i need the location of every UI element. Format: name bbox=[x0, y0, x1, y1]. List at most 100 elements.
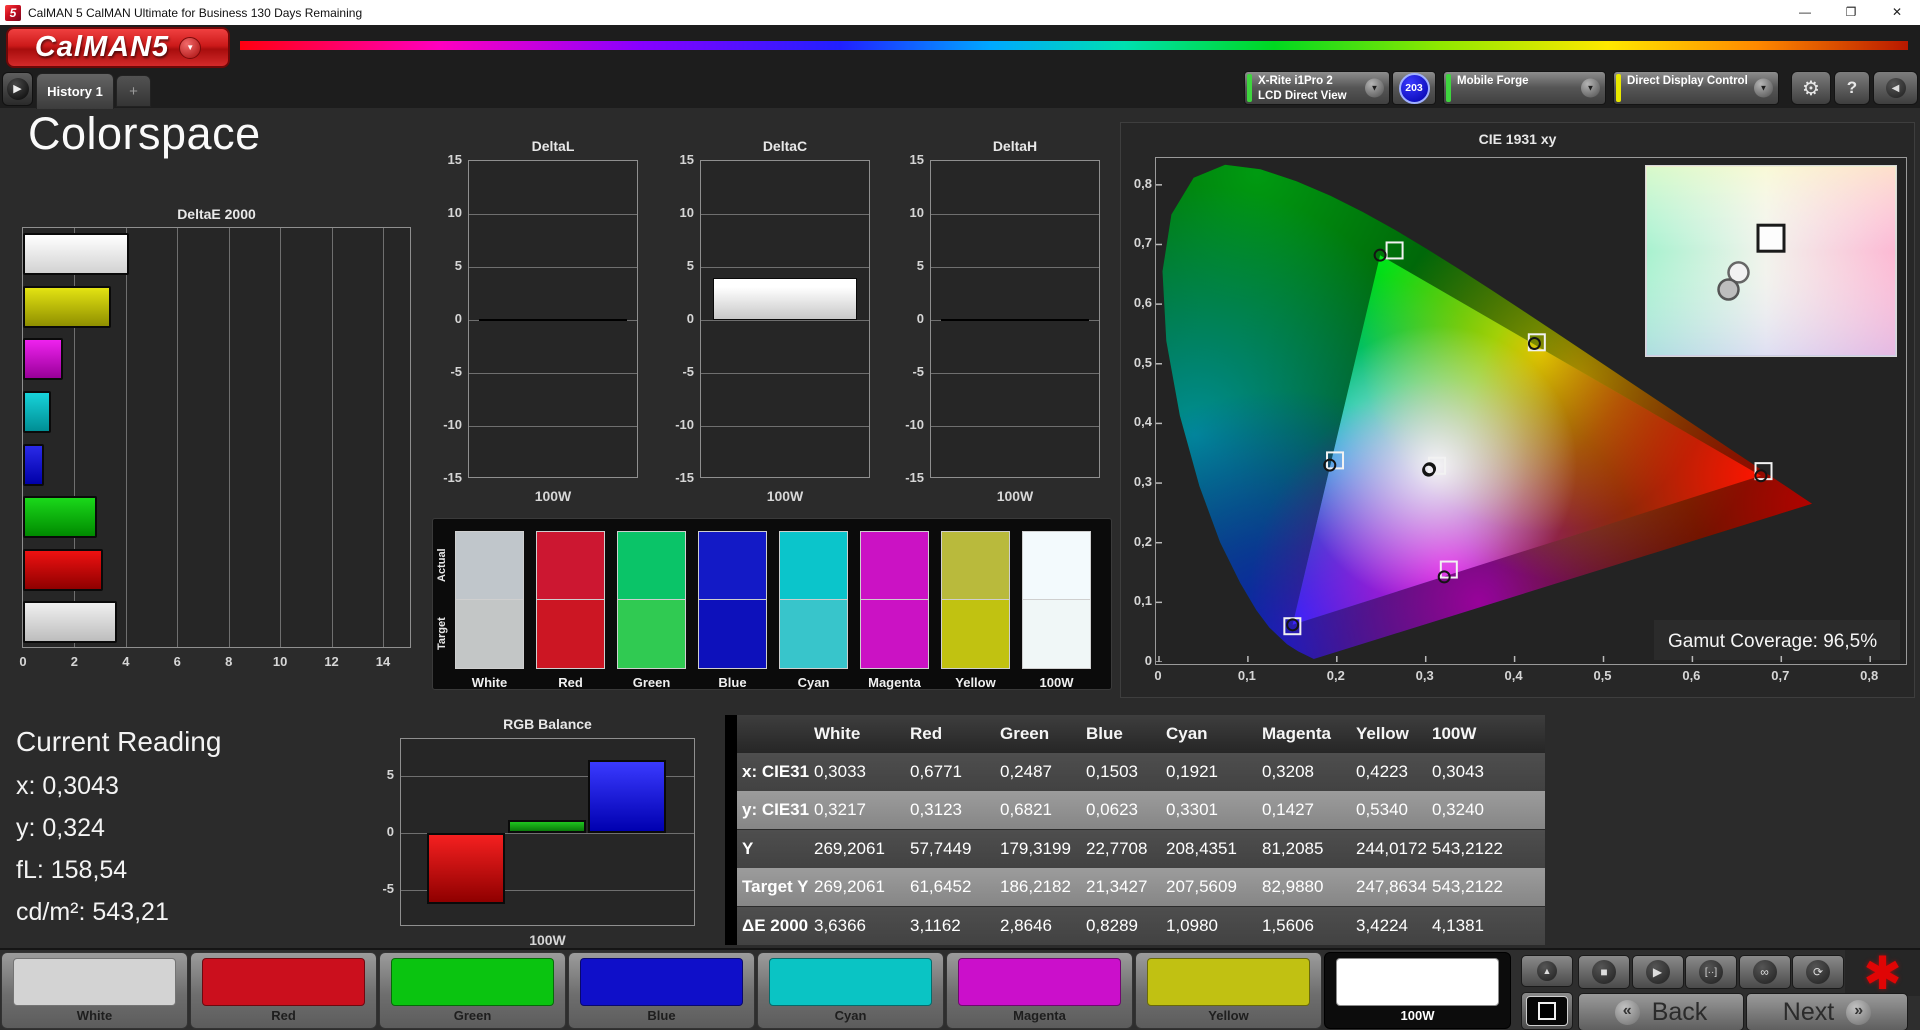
layout-nav-button[interactable]: ▶ bbox=[2, 72, 33, 106]
deltaL-plot bbox=[468, 160, 638, 478]
pattern-button-white[interactable]: White bbox=[1, 952, 188, 1029]
cell: 4,1381 bbox=[1432, 915, 1484, 935]
table-gutter bbox=[725, 715, 737, 945]
cie-x-tick: 0,8 bbox=[1860, 668, 1879, 683]
chevron-left-icon: ◀ bbox=[1885, 78, 1906, 98]
target-swatch-magenta bbox=[860, 599, 929, 669]
deltae-bar-red bbox=[23, 548, 104, 591]
pattern-button-label: 100W bbox=[1400, 1008, 1435, 1023]
tab-history-1[interactable]: History 1 bbox=[36, 73, 114, 109]
calman-logo-menu[interactable]: CalMAN5 ▼ bbox=[6, 27, 230, 68]
pattern-button-100w[interactable]: 100W bbox=[1324, 952, 1511, 1029]
pattern-button-green[interactable]: Green bbox=[379, 952, 566, 1029]
y-tick: 0 bbox=[386, 824, 394, 839]
cell: 543,2122 bbox=[1432, 877, 1503, 897]
swatch-column-magenta: Magenta bbox=[860, 531, 929, 691]
deltaL-title: DeltaL bbox=[531, 138, 575, 154]
spectrum-bar bbox=[240, 41, 1908, 50]
play-button[interactable]: ▶ bbox=[1631, 955, 1684, 989]
cell: 0,8289 bbox=[1086, 915, 1138, 935]
target-row-label: Target bbox=[436, 617, 448, 651]
y-tick: 5 bbox=[916, 258, 924, 273]
refresh-button[interactable]: ⟳ bbox=[1792, 955, 1844, 989]
pattern-button-label: Red bbox=[271, 1008, 296, 1023]
swatch-label: White bbox=[471, 675, 508, 690]
restore-icon[interactable]: ❐ bbox=[1828, 0, 1874, 24]
pattern-source-dropdown[interactable]: Mobile Forge ▼ bbox=[1443, 71, 1606, 105]
actual-swatch-white bbox=[455, 531, 524, 599]
stop-button[interactable]: ■ bbox=[1578, 955, 1630, 989]
close-icon[interactable]: ✕ bbox=[1874, 0, 1920, 24]
y-tick: -5 bbox=[382, 881, 394, 897]
pattern-swatch-blue bbox=[580, 958, 743, 1006]
deltaL-x-label: 100W bbox=[534, 488, 572, 504]
play-icon: ▶ bbox=[1645, 960, 1670, 984]
rgb-bar-red bbox=[427, 833, 505, 905]
deltaC-x-label: 100W bbox=[766, 488, 804, 504]
pattern-swatch-cyan bbox=[769, 958, 932, 1006]
swatch-label: 100W bbox=[1039, 675, 1074, 690]
cell: 1,0980 bbox=[1166, 915, 1218, 935]
meter-count-button[interactable]: 203 bbox=[1392, 71, 1436, 105]
calman-logo-text: CalMAN5 bbox=[34, 31, 170, 63]
cell: 1,5606 bbox=[1262, 915, 1314, 935]
play-arrow-icon: ▶ bbox=[6, 78, 29, 100]
inset-measured-marker bbox=[1717, 278, 1740, 301]
cie-x-tick: 0,1 bbox=[1237, 668, 1256, 683]
step-button[interactable]: [··] bbox=[1685, 955, 1737, 989]
y-tick: -10 bbox=[443, 417, 462, 432]
swatch-column-yellow: Yellow bbox=[941, 531, 1010, 691]
pattern-bar: White Red Green Blue Cyan Magenta Yellow 100W ▲… bbox=[0, 948, 1920, 1030]
table-row: y: CIE31 0,3217 0,3123 0,6821 0,0623 0,3301 0,… bbox=[737, 791, 1545, 830]
cell: 21,3427 bbox=[1086, 877, 1148, 897]
x-tick: 8 bbox=[225, 654, 233, 669]
pattern-window-button[interactable] bbox=[1521, 992, 1573, 1030]
pattern-button-blue[interactable]: Blue bbox=[568, 952, 755, 1029]
gridline bbox=[469, 373, 637, 374]
cie-chart-plot: Gamut Coverage: 96,5% bbox=[1155, 157, 1907, 665]
help-button[interactable]: ? bbox=[1834, 71, 1870, 105]
next-button[interactable]: Next » bbox=[1746, 993, 1908, 1030]
alert-zone: ✱ bbox=[1845, 950, 1920, 996]
minimize-icon[interactable]: — bbox=[1782, 0, 1828, 24]
pattern-button-cyan[interactable]: Cyan bbox=[757, 952, 944, 1029]
add-tab-button[interactable]: + bbox=[116, 75, 151, 107]
y-tick: 10 bbox=[447, 205, 462, 220]
meter-dropdown[interactable]: X-Rite i1Pro 2 LCD Direct View ▼ bbox=[1244, 71, 1390, 105]
gridline bbox=[469, 426, 637, 427]
back-button[interactable]: « Back bbox=[1578, 993, 1744, 1030]
pattern-button-label: Yellow bbox=[1208, 1008, 1249, 1023]
gridline bbox=[280, 228, 282, 647]
y-tick: 5 bbox=[686, 258, 694, 273]
chevron-down-icon: ▼ bbox=[1581, 78, 1600, 98]
swatch-label: Yellow bbox=[955, 675, 996, 690]
swatch-label: Red bbox=[558, 675, 583, 690]
gridline bbox=[701, 426, 869, 427]
collapse-panel-button[interactable]: ◀ bbox=[1873, 71, 1918, 105]
pattern-button-label: Green bbox=[453, 1008, 492, 1023]
x-tick: 6 bbox=[173, 654, 181, 669]
inset-target-marker bbox=[1756, 223, 1786, 253]
gridline bbox=[701, 214, 869, 215]
y-tick: 5 bbox=[454, 258, 462, 273]
deltaC-title: DeltaC bbox=[762, 138, 808, 154]
cell: Blue bbox=[1086, 724, 1123, 743]
display-control-dropdown[interactable]: Direct Display Control ▼ bbox=[1613, 71, 1779, 105]
rgb-x-label: 100W bbox=[529, 932, 566, 948]
deltaC-bar-100w bbox=[713, 277, 857, 320]
titlebar: 5 CalMAN 5 CalMAN Ultimate for Business … bbox=[0, 0, 1920, 26]
pattern-button-red[interactable]: Red bbox=[190, 952, 377, 1029]
settings-button[interactable]: ⚙ bbox=[1791, 71, 1831, 105]
y-tick: 10 bbox=[909, 205, 924, 220]
question-icon: ? bbox=[1846, 78, 1858, 97]
pattern-button-magenta[interactable]: Magenta bbox=[946, 952, 1133, 1029]
y-tick: -10 bbox=[675, 417, 694, 432]
rgb-bar-green bbox=[508, 820, 586, 833]
cell: 244,0172 bbox=[1356, 838, 1427, 858]
cell: 208,4351 bbox=[1166, 838, 1237, 858]
cell: 0,3217 bbox=[814, 800, 866, 820]
pattern-button-yellow[interactable]: Yellow bbox=[1135, 952, 1322, 1029]
loop-button[interactable]: ∞ bbox=[1738, 955, 1791, 989]
cie-x-tick: 0,4 bbox=[1504, 668, 1523, 683]
pattern-window-up-button[interactable]: ▲ bbox=[1521, 955, 1573, 987]
